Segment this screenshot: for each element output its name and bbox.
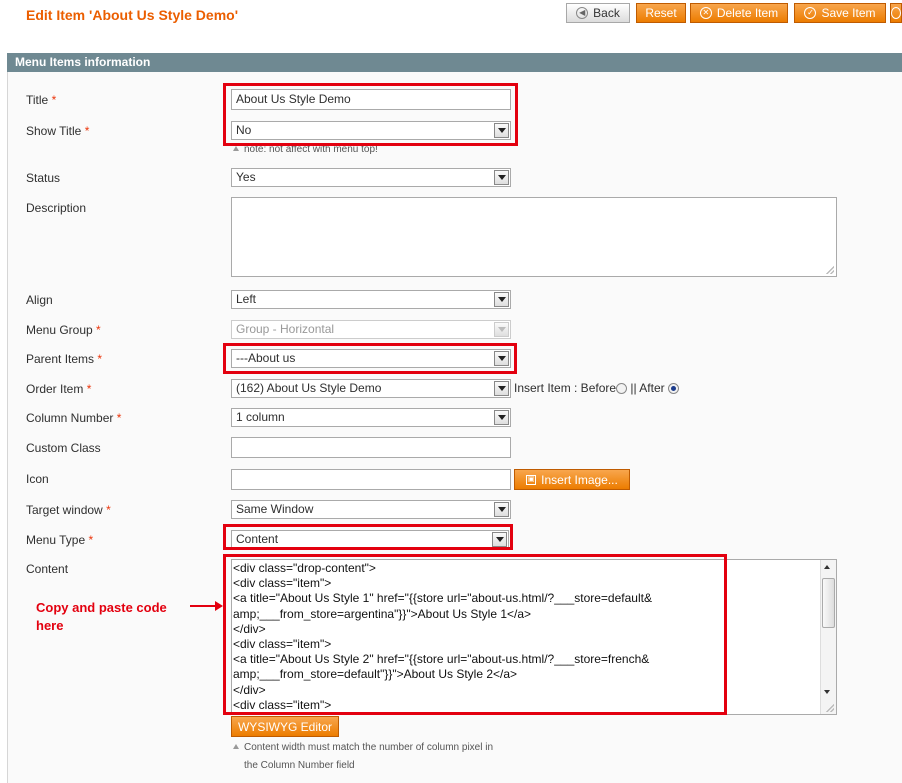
description-label: Description	[26, 201, 87, 215]
status-label: Status	[26, 171, 61, 185]
content-note-line1: Content width must match the number of c…	[233, 742, 493, 753]
delete-x-icon: ✕	[699, 7, 712, 19]
reset-button-label: Reset	[645, 6, 677, 20]
column-number-value: 1 column	[236, 410, 285, 424]
page-title: Edit Item 'About Us Style Demo'	[26, 7, 239, 23]
save-button-label: Save Item	[821, 6, 876, 20]
target-window-value: Same Window	[236, 502, 314, 516]
order-item-value: (162) About Us Style Demo	[236, 381, 382, 395]
menu-group-select: Group - Horizontal	[231, 320, 511, 339]
back-arrow-icon: ◀	[576, 7, 589, 19]
before-radio[interactable]	[616, 383, 628, 394]
insert-before-label: Insert Item : Before	[514, 381, 617, 395]
highlight-parent-box	[223, 343, 517, 374]
chevron-down-icon	[494, 381, 509, 396]
align-label: Align	[26, 293, 53, 307]
after-radio[interactable]	[667, 383, 679, 394]
insert-image-button[interactable]: ▣ Insert Image...	[514, 469, 630, 490]
highlight-content-box	[223, 554, 727, 715]
chevron-down-icon	[494, 322, 509, 337]
more-icon	[891, 7, 901, 19]
save-item-button[interactable]: ✓ Save Item	[794, 3, 886, 23]
resize-handle-icon[interactable]	[826, 704, 834, 712]
save-check-icon: ✓	[804, 7, 817, 19]
chevron-down-icon	[494, 502, 509, 517]
custom-class-input[interactable]	[231, 437, 511, 458]
target-window-label: Target window *	[26, 503, 111, 517]
insert-position-group: Insert Item : Before || After	[514, 381, 679, 395]
back-button[interactable]: ◀ Back	[566, 3, 630, 23]
description-textarea[interactable]	[231, 197, 837, 277]
content-scroll-thumb[interactable]	[822, 578, 835, 628]
image-icon: ▣	[526, 474, 537, 485]
annotation-text: Copy and paste code here	[36, 599, 167, 635]
annotation-line2: here	[36, 618, 64, 633]
show-title-label: Show Title *	[26, 124, 90, 138]
align-value: Left	[236, 292, 257, 306]
menu-group-value: Group - Horizontal	[236, 322, 335, 336]
annotation-arrow-icon	[190, 601, 223, 611]
menu-group-label: Menu Group *	[26, 323, 101, 337]
delete-button-label: Delete Item	[716, 6, 779, 20]
resize-handle-icon[interactable]	[826, 266, 834, 274]
custom-class-label: Custom Class	[26, 441, 101, 455]
scroll-up-icon[interactable]	[824, 565, 830, 569]
align-select[interactable]: Left	[231, 290, 511, 309]
highlight-menu-type-box	[223, 524, 513, 550]
delete-item-button[interactable]: ✕ Delete Item	[690, 3, 788, 23]
annotation-line1: Copy and paste code	[36, 600, 167, 615]
note-arrow-icon	[233, 744, 239, 749]
content-label: Content	[26, 562, 69, 576]
back-button-label: Back	[593, 6, 620, 20]
wysiwyg-editor-button[interactable]: WYSIWYG Editor	[231, 716, 339, 737]
wysiwyg-button-label: WYSIWYG Editor	[237, 719, 332, 734]
insert-image-label: Insert Image...	[541, 472, 618, 487]
reset-button[interactable]: Reset	[636, 3, 686, 23]
highlight-title-box	[223, 83, 518, 146]
target-window-select[interactable]: Same Window	[231, 500, 511, 519]
chevron-down-icon	[494, 170, 509, 185]
status-select[interactable]: Yes	[231, 168, 511, 187]
more-button[interactable]	[890, 3, 902, 23]
status-value: Yes	[236, 170, 256, 184]
icon-input[interactable]	[231, 469, 511, 490]
chevron-down-icon	[494, 410, 509, 425]
insert-after-label: || After	[630, 381, 665, 395]
order-item-label: Order Item *	[26, 382, 92, 396]
chevron-down-icon	[494, 292, 509, 307]
column-number-label: Column Number *	[26, 411, 122, 425]
column-number-select[interactable]: 1 column	[231, 408, 511, 427]
scroll-down-icon[interactable]	[824, 690, 830, 694]
content-note-line2: the Column Number field	[244, 760, 355, 771]
menu-type-label: Menu Type *	[26, 533, 94, 547]
order-item-select[interactable]: (162) About Us Style Demo	[231, 379, 511, 398]
title-label: Title *	[26, 93, 57, 107]
section-header: Menu Items information	[7, 53, 902, 72]
note-arrow-icon	[233, 146, 239, 151]
parent-items-label: Parent Items *	[26, 352, 103, 366]
icon-label: Icon	[26, 472, 49, 486]
